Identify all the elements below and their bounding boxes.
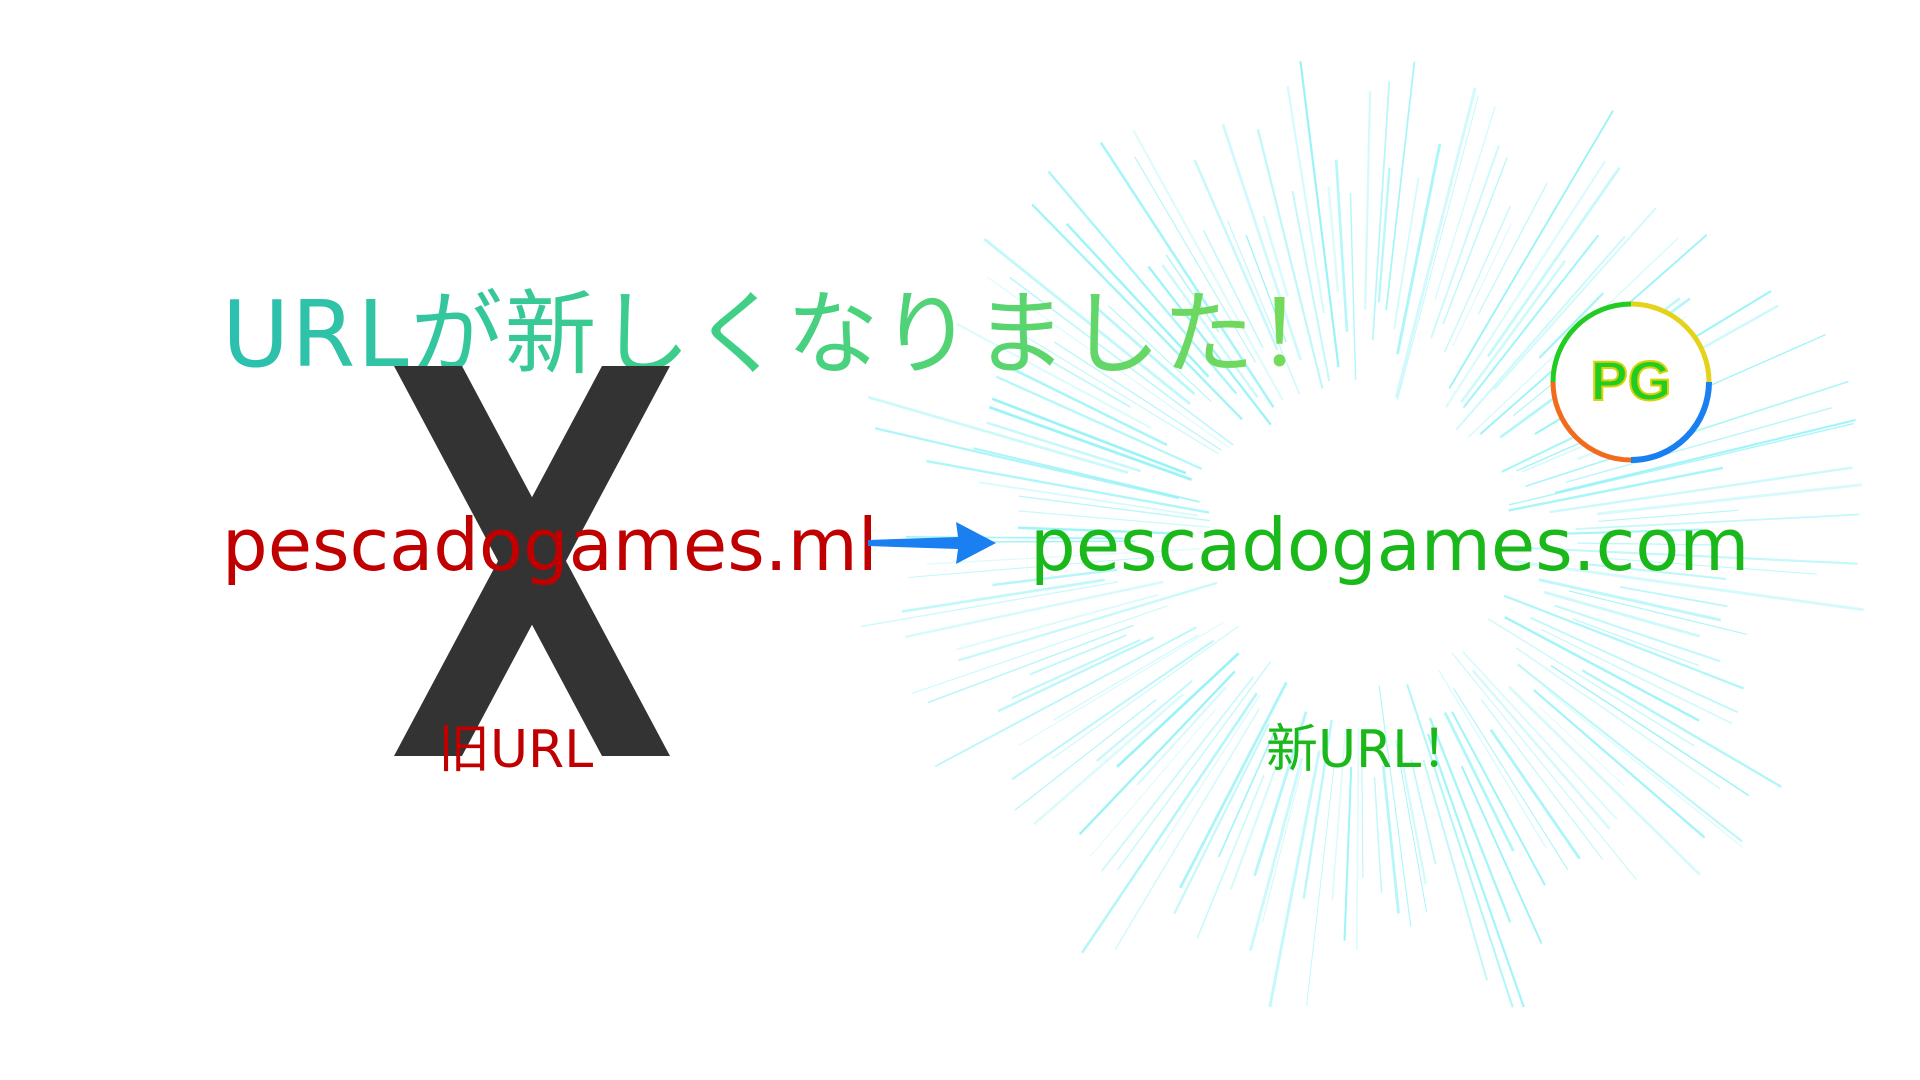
speed-line [995,375,1203,470]
speed-line [958,581,1218,662]
speed-line [1507,685,1701,876]
arrow-right-icon [868,522,996,564]
speed-line [1116,652,1240,768]
speed-line [1173,722,1270,915]
speed-line [1114,708,1261,950]
speed-line [1572,618,1700,667]
speed-line [1434,106,1496,300]
speed-line [1011,638,1141,700]
speed-line [1327,186,1340,293]
old-url: pescadogames.ml [222,503,878,587]
speed-line [1078,670,1236,836]
speed-line [1503,594,1745,690]
speed-line [1533,689,1706,839]
speed-line [1515,647,1721,790]
speed-line [1349,193,1357,380]
speed-line [1444,205,1511,353]
speed-line [1430,145,1500,339]
speed-line [1381,765,1400,914]
speed-line [1363,91,1372,310]
speed-line [1373,776,1383,893]
speed-line [1396,95,1479,401]
speed-line [1385,61,1416,311]
speed-line [1014,698,1157,811]
announcement-banner: URLが新しくなりました！ pescadogames.ml pescadogam… [0,0,1920,1080]
speed-line [1100,676,1255,872]
speed-line [1343,766,1353,941]
logo-text: PG [1591,349,1672,412]
speed-line [1452,223,1512,347]
speed-line [1477,182,1548,315]
new-url-caption: 新URL！ [1266,720,1474,780]
pg-logo: PG [1550,301,1712,463]
speed-line [1422,759,1489,981]
speed-line [1080,692,1258,954]
old-url-caption: 旧URL [438,720,594,780]
new-url: pescadogames.com [1030,503,1750,587]
speed-line [956,593,1159,651]
speed-line [1248,757,1304,951]
speed-line [934,626,1197,768]
speed-line [1377,167,1391,303]
